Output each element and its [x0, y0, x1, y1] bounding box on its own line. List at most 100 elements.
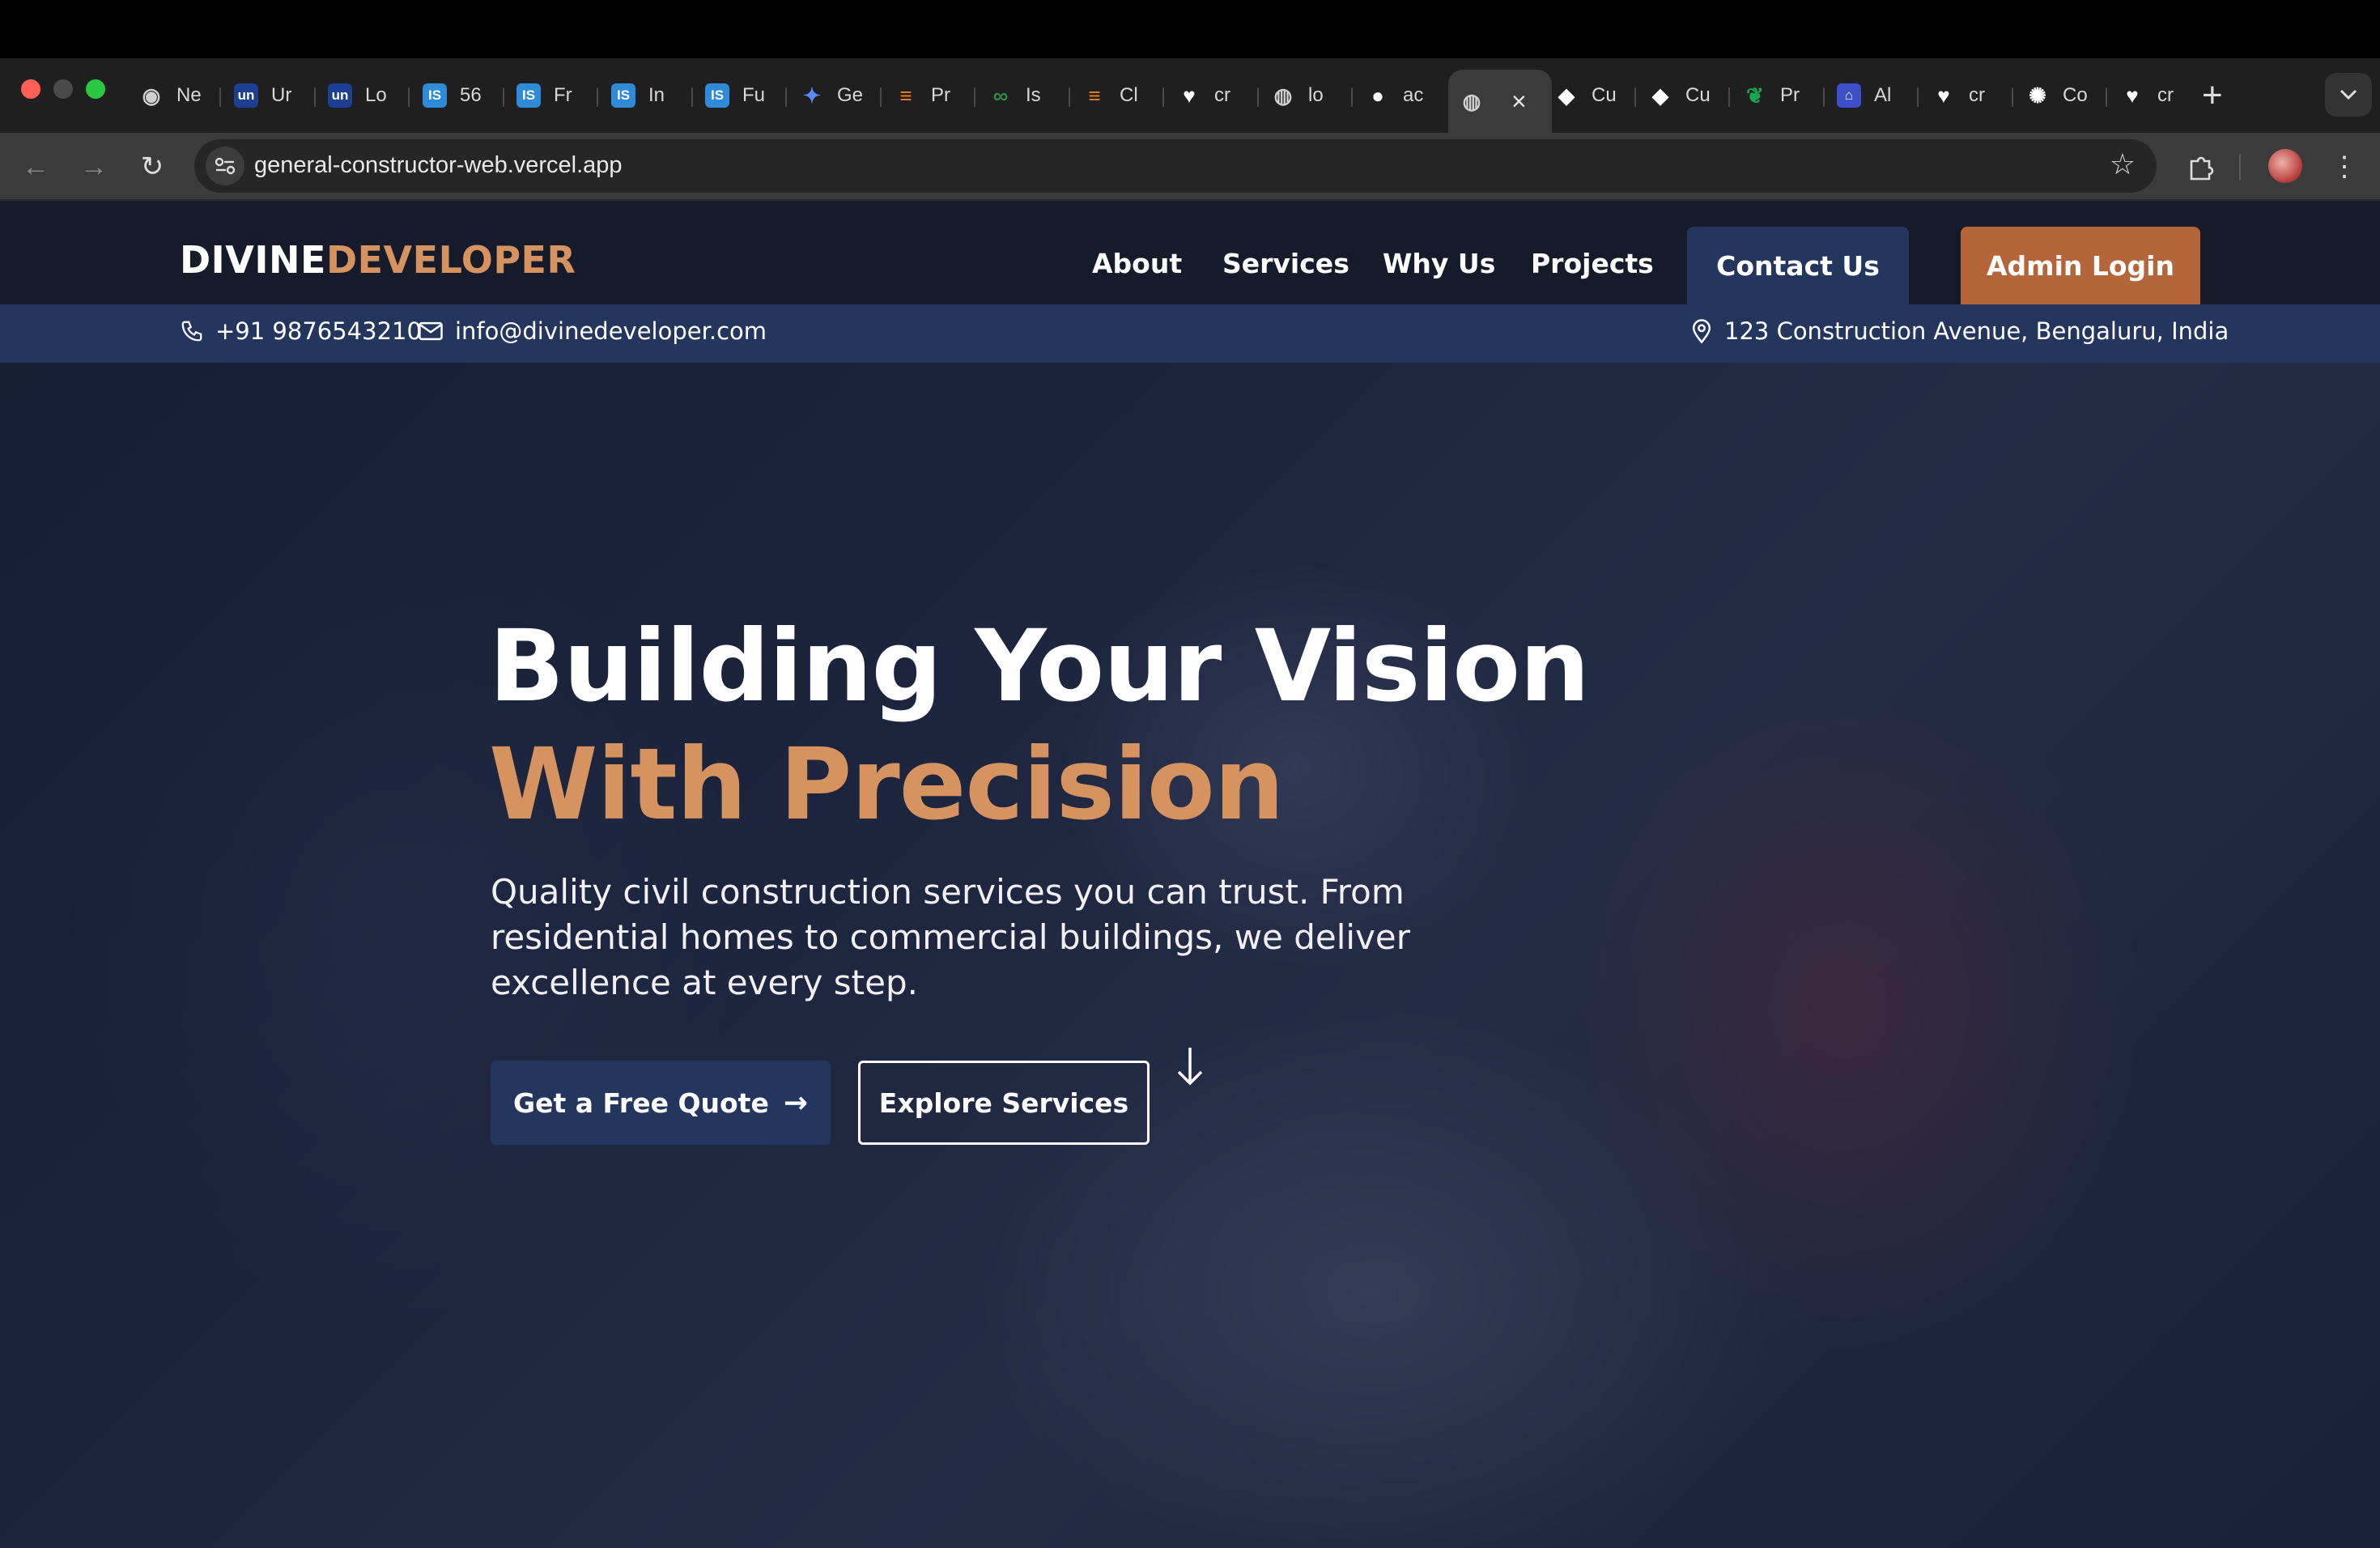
- tab-separator: [691, 87, 693, 107]
- tab-separator: [219, 87, 221, 107]
- address-bar[interactable]: general-constructor-web.vercel.app ☆: [194, 139, 2157, 193]
- profile-avatar[interactable]: [2268, 149, 2302, 183]
- tab-search-button[interactable]: [2325, 73, 2372, 117]
- tab-strip: ◉ Ne un Ur un Lo IS 56 IS Fr IS In IS Fu ✦ Ge ≡ Pr ∞ Is ≡ Cl ♥…: [0, 58, 2380, 133]
- tab-title: cr: [1214, 84, 1230, 106]
- back-arrow-icon[interactable]: ←: [16, 147, 55, 186]
- nav-link-services[interactable]: Services: [1222, 248, 1349, 279]
- browser-tab[interactable]: ◆ Cu: [1543, 71, 1627, 120]
- atlas-icon: ⌂: [1837, 83, 1861, 108]
- tab-title: Is: [1026, 84, 1041, 106]
- cube-icon: ◆: [1558, 83, 1575, 108]
- tab-title: In: [648, 84, 665, 106]
- url-text: general-constructor-web.vercel.app: [254, 152, 623, 178]
- unstop-icon: un: [234, 83, 258, 108]
- zoom-window-button[interactable]: [86, 79, 105, 99]
- explore-services-button[interactable]: Explore Services: [858, 1061, 1150, 1145]
- browser-tab[interactable]: ⌂ Al: [1825, 71, 1910, 120]
- browser-toolbar: ← → ↻ general-constructor-web.vercel.app…: [0, 133, 2380, 201]
- forward-arrow-icon[interactable]: →: [74, 147, 113, 186]
- email-info[interactable]: info@divinedeveloper.com: [418, 317, 767, 345]
- browser-tab[interactable]: un Ur: [223, 71, 307, 120]
- browser-tab[interactable]: IS Fu: [694, 71, 778, 120]
- logo-part-developer: DEVELOPER: [325, 238, 576, 282]
- chrome-icon: ◉: [142, 83, 161, 108]
- admin-login-button[interactable]: Admin Login: [1961, 227, 2200, 304]
- tab-separator: [1728, 87, 1730, 107]
- tab-separator: [785, 87, 787, 107]
- tab-title: Fu: [742, 84, 766, 106]
- reload-icon[interactable]: ↻: [133, 147, 172, 186]
- browser-tab[interactable]: ♥ cr: [1166, 71, 1250, 120]
- tab-title: cr: [1969, 84, 1985, 106]
- browser-tab[interactable]: ◍ lo: [1260, 71, 1344, 120]
- browser-tab[interactable]: ● ac: [1354, 71, 1439, 120]
- tab-title: Ne: [176, 84, 202, 106]
- logo-part-divine: DIVINE: [180, 238, 326, 282]
- get-free-quote-button[interactable]: Get a Free Quote →: [491, 1061, 831, 1145]
- tab-separator: [880, 87, 882, 107]
- gfg-icon: ∞: [992, 83, 1009, 108]
- site-settings-icon[interactable]: [206, 147, 244, 185]
- nav-link-projects[interactable]: Projects: [1531, 248, 1654, 279]
- browser-tab[interactable]: ❦ Pr: [1732, 71, 1816, 120]
- browser-tab[interactable]: ✺ Co: [2014, 71, 2098, 120]
- browser-tab[interactable]: ◆ Cu: [1637, 71, 1721, 120]
- explore-services-label: Explore Services: [878, 1087, 1129, 1119]
- map-pin-icon: [1692, 319, 1711, 344]
- mail-icon: [419, 321, 443, 341]
- browser-tab[interactable]: ∞ Is: [977, 71, 1061, 120]
- extensions-icon[interactable]: [2181, 147, 2220, 186]
- tab-title: Cu: [1685, 84, 1711, 106]
- tab-separator: [503, 87, 504, 107]
- browser-tab[interactable]: ≡ Cl: [1071, 71, 1155, 120]
- tab-separator: [1634, 87, 1636, 107]
- scroll-down-arrow-icon[interactable]: [1171, 1043, 1209, 1091]
- unstop-icon: un: [328, 83, 352, 108]
- tab-separator: [2012, 87, 2013, 107]
- close-tab-icon[interactable]: ×: [1511, 87, 1527, 117]
- contact-info-bar: +91 9876543210 info@divinedeveloper.com …: [0, 304, 2380, 363]
- hero-title-line2: With Precision: [489, 727, 1285, 842]
- tab-separator: [1257, 87, 1259, 107]
- tab-separator: [408, 87, 410, 107]
- browser-tab[interactable]: IS In: [600, 71, 684, 120]
- browser-tab[interactable]: ✦ Ge: [788, 71, 873, 120]
- globe-icon: ◍: [1462, 88, 1481, 113]
- browser-tab[interactable]: ≡ Pr: [882, 71, 967, 120]
- email-text: info@divinedeveloper.com: [455, 317, 767, 345]
- bookmark-star-icon[interactable]: ☆: [2110, 147, 2136, 181]
- browser-tab[interactable]: ◍ ×: [1448, 70, 1552, 133]
- website-viewport: DIVINEDEVELOPER About Services Why Us Pr…: [0, 201, 2380, 1548]
- tab-title: Lo: [365, 84, 387, 106]
- close-window-button[interactable]: [21, 79, 40, 99]
- nav-link-why-us[interactable]: Why Us: [1383, 248, 1495, 279]
- tab-title: lo: [1308, 84, 1324, 106]
- new-tab-icon[interactable]: +: [2202, 76, 2223, 115]
- nav-link-about[interactable]: About: [1092, 248, 1182, 279]
- minimize-window-button[interactable]: [53, 79, 73, 99]
- hero-title-line1: Building Your Vision: [489, 609, 1590, 724]
- kebab-menu-icon[interactable]: ⋮: [2325, 147, 2364, 186]
- github-icon: ●: [1371, 83, 1384, 108]
- phone-info[interactable]: +91 9876543210: [180, 317, 422, 345]
- chevron-down-icon: [2340, 89, 2357, 100]
- get-free-quote-label: Get a Free Quote: [513, 1087, 769, 1119]
- tab-separator: [974, 87, 975, 107]
- stack-icon: ≡: [1088, 83, 1101, 108]
- site-navbar: DIVINEDEVELOPER About Services Why Us Pr…: [0, 201, 2380, 304]
- browser-tab[interactable]: IS 56: [411, 71, 495, 120]
- cube-icon: ◆: [1652, 83, 1668, 108]
- tab-title: cr: [2157, 84, 2174, 106]
- tab-separator: [2106, 87, 2107, 107]
- browser-tab[interactable]: ♥ cr: [2109, 71, 2193, 120]
- site-logo[interactable]: DIVINEDEVELOPER: [180, 238, 576, 282]
- openai-icon: ✺: [2029, 83, 2046, 108]
- contact-us-button[interactable]: Contact Us: [1687, 227, 1909, 304]
- browser-tab[interactable]: ◉ Ne: [128, 71, 212, 120]
- browser-tab[interactable]: ♥ cr: [1920, 71, 2004, 120]
- browser-tab[interactable]: un Lo: [317, 71, 401, 120]
- tab-title: Al: [1874, 84, 1892, 106]
- browser-tab[interactable]: IS Fr: [505, 71, 589, 120]
- tab-title: Cl: [1120, 84, 1138, 106]
